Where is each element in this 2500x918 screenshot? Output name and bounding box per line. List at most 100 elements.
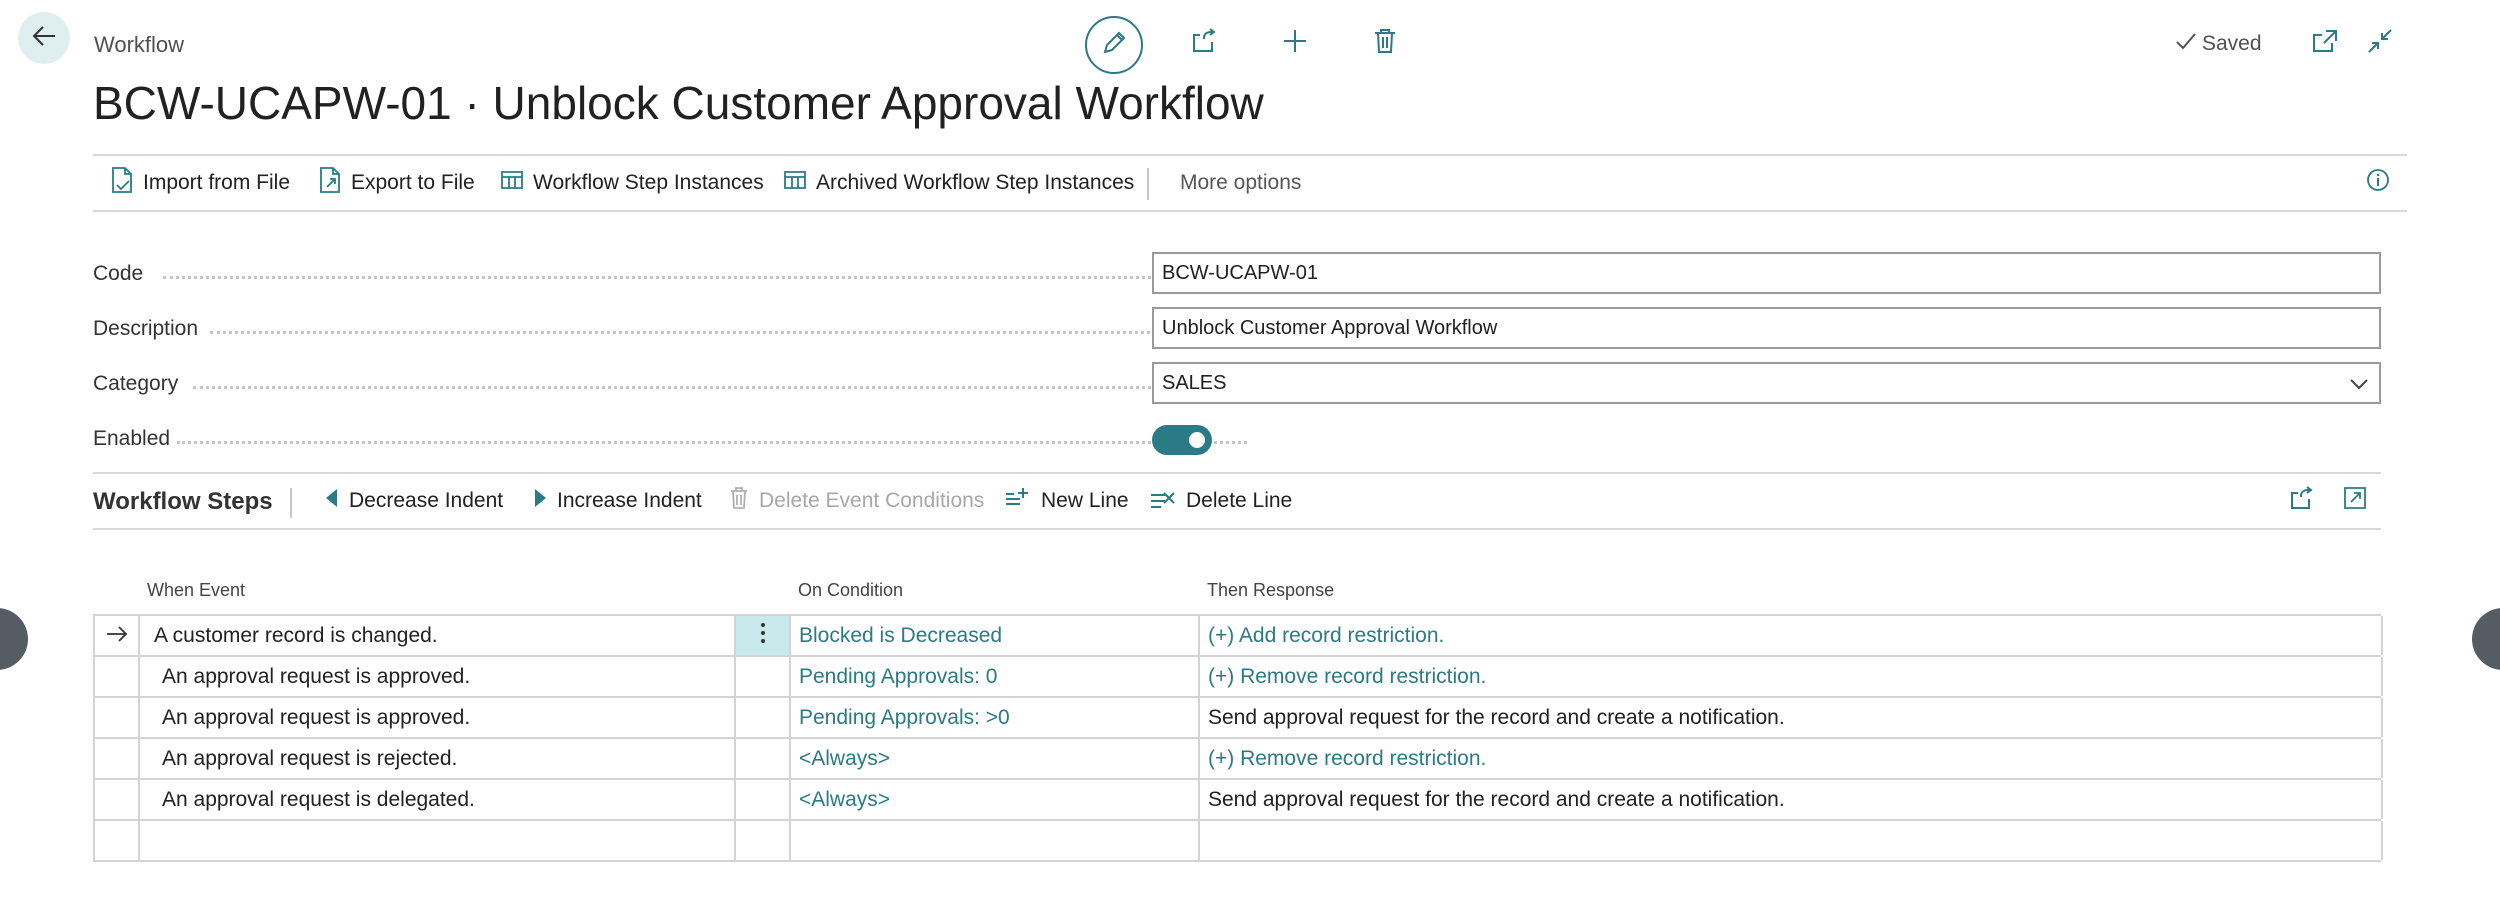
row-menu-cell (736, 739, 791, 778)
share-steps-button[interactable] (2289, 474, 2315, 528)
decrease-indent-label: Decrease Indent (349, 489, 504, 512)
edit-button[interactable] (1085, 16, 1143, 74)
condition-cell[interactable]: <Always> (791, 739, 1200, 778)
new-line-icon (1005, 487, 1031, 515)
workflow-steps-title: Workflow Steps (93, 488, 273, 515)
description-field[interactable] (1152, 307, 2381, 349)
import-from-file-button[interactable]: Import from File (111, 156, 290, 210)
collapse-button[interactable] (2365, 28, 2395, 58)
table-row[interactable]: An approval request is rejected. <Always… (95, 739, 2383, 780)
action-separator (1147, 168, 1149, 200)
leader-dots (163, 276, 1247, 279)
info-button[interactable] (2366, 156, 2390, 210)
table-row[interactable]: An approval request is approved. Pending… (95, 698, 2383, 739)
expand-steps-button[interactable] (2343, 474, 2367, 528)
condition-cell[interactable]: Pending Approvals: 0 (791, 657, 1200, 696)
table-row[interactable]: An approval request is approved. Pending… (95, 657, 2383, 698)
row-menu-cell (736, 821, 791, 860)
more-options-button[interactable]: More options (1180, 156, 1301, 210)
delete-event-conditions-button[interactable]: Delete Event Conditions (729, 474, 984, 528)
table-row[interactable]: A customer record is changed. Blocked is… (95, 616, 2383, 657)
event-cell[interactable]: An approval request is rejected. (140, 739, 736, 778)
open-new-window-button[interactable] (2310, 28, 2340, 58)
column-header-event[interactable]: When Event (147, 580, 245, 601)
category-select[interactable]: SALES (1152, 362, 2381, 404)
checkmark-icon (2176, 32, 2196, 56)
category-row: Category SALES (93, 362, 2381, 406)
condition-cell[interactable] (791, 821, 1200, 860)
response-cell[interactable]: (+) Add record restriction. (1200, 616, 2383, 655)
chevron-down-icon (2349, 374, 2369, 397)
steps-separator (290, 488, 292, 518)
action-bar: Import from File Export to File Workflow… (93, 154, 2407, 212)
row-marker (95, 739, 140, 778)
collapse-icon (2367, 28, 2393, 59)
new-button[interactable] (1280, 28, 1310, 58)
left-nav-handle[interactable] (0, 608, 28, 670)
event-cell[interactable]: An approval request is approved. (140, 657, 736, 696)
event-cell[interactable]: An approval request is approved. (140, 698, 736, 737)
pencil-icon (1100, 29, 1128, 62)
delete-button[interactable] (1370, 28, 1400, 58)
empty-new-row[interactable] (95, 821, 2383, 862)
condition-cell[interactable]: <Always> (791, 780, 1200, 819)
export-label: Export to File (351, 171, 475, 194)
export-to-file-button[interactable]: Export to File (319, 156, 475, 210)
archived-step-instances-button[interactable]: Archived Workflow Step Instances (784, 156, 1134, 210)
share-button[interactable] (1189, 27, 1219, 60)
enabled-toggle[interactable] (1152, 425, 1212, 455)
workflow-step-instances-button[interactable]: Workflow Step Instances (501, 156, 764, 210)
info-icon (2366, 168, 2390, 198)
column-header-response[interactable]: Then Response (1207, 580, 1334, 601)
table-icon (784, 170, 806, 196)
description-row: Description (93, 307, 2381, 351)
row-marker (95, 780, 140, 819)
response-cell[interactable]: (+) Remove record restriction. (1200, 739, 2383, 778)
event-cell[interactable]: An approval request is delegated. (140, 780, 736, 819)
condition-cell[interactable]: Pending Approvals: >0 (791, 698, 1200, 737)
delete-line-icon (1150, 487, 1176, 515)
response-cell[interactable]: Send approval request for the record and… (1200, 780, 2383, 819)
table-icon (501, 170, 523, 196)
leader-dots (210, 331, 1247, 334)
grid-body: A customer record is changed. Blocked is… (93, 614, 2383, 862)
page-title: BCW-UCAPW-01 · Unblock Customer Approval… (93, 77, 1264, 129)
leader-dots (177, 441, 1247, 444)
expand-icon (2343, 486, 2367, 516)
event-cell[interactable]: A customer record is changed. (140, 616, 736, 655)
delete-line-button[interactable]: Delete Line (1150, 474, 1292, 528)
saved-status: Saved (2176, 32, 2262, 56)
response-cell[interactable] (1200, 821, 2383, 860)
import-file-icon (111, 167, 133, 199)
response-cell[interactable]: (+) Remove record restriction. (1200, 657, 2383, 696)
right-nav-handle[interactable] (2472, 608, 2500, 670)
column-header-condition[interactable]: On Condition (798, 580, 903, 601)
row-menu-cell (736, 780, 791, 819)
row-menu-button[interactable] (736, 616, 791, 655)
code-field[interactable] (1152, 252, 2381, 294)
step-instances-label: Workflow Step Instances (533, 171, 764, 194)
row-arrow-icon (106, 624, 128, 648)
increase-indent-label: Increase Indent (557, 489, 702, 512)
archived-label: Archived Workflow Step Instances (816, 171, 1135, 194)
increase-indent-button[interactable]: Increase Indent (533, 474, 702, 528)
header-actions (1085, 16, 1143, 74)
condition-cell[interactable]: Blocked is Decreased (791, 616, 1200, 655)
table-row[interactable]: An approval request is delegated. <Alway… (95, 780, 2383, 821)
new-line-button[interactable]: New Line (1005, 474, 1129, 528)
decrease-indent-button[interactable]: Decrease Indent (325, 474, 503, 528)
new-line-label: New Line (1041, 489, 1129, 512)
code-row: Code (93, 252, 2381, 296)
row-menu-cell (736, 698, 791, 737)
arrow-left-icon (31, 23, 57, 54)
back-button[interactable] (18, 12, 70, 64)
open-new-window-icon (2312, 29, 2338, 58)
enabled-row: Enabled (93, 423, 2381, 467)
event-cell[interactable] (140, 821, 736, 860)
category-label: Category (93, 372, 179, 395)
row-marker (95, 821, 140, 860)
response-cell[interactable]: Send approval request for the record and… (1200, 698, 2383, 737)
code-label: Code (93, 262, 144, 285)
share-icon (1190, 27, 1218, 60)
category-value: SALES (1162, 372, 1227, 394)
